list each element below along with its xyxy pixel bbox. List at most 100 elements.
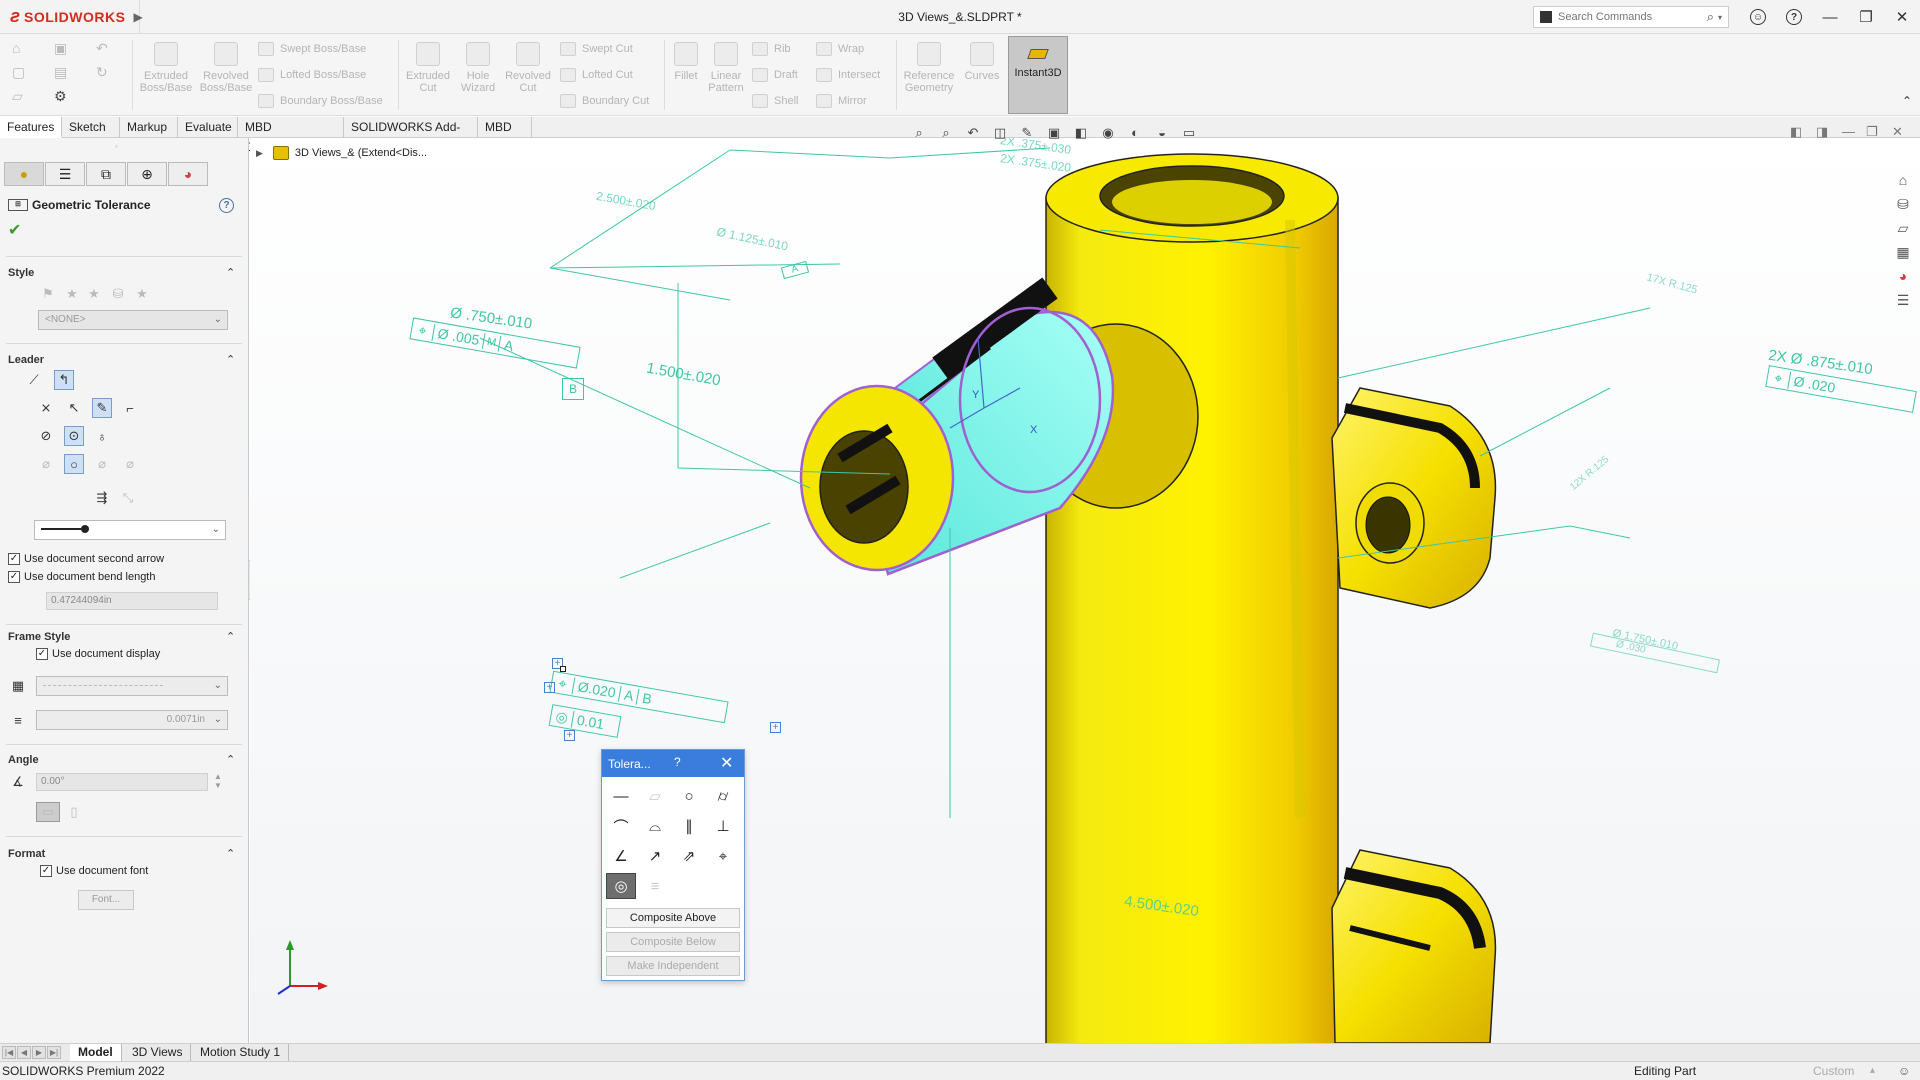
menu-expand-icon[interactable]: ▶ xyxy=(133,10,142,24)
restore-button[interactable]: ❐ xyxy=(1848,0,1884,34)
composite-below-button[interactable]: Composite Below xyxy=(606,932,740,952)
swept-boss-button[interactable]: Swept Boss/Base xyxy=(258,40,366,58)
search-commands[interactable]: ⌕ ▾ xyxy=(1533,6,1729,28)
leader-tool-icon[interactable]: ⤡ xyxy=(118,488,138,508)
style-apply-icon[interactable]: ⚑ xyxy=(38,284,58,304)
minimize-button[interactable]: — xyxy=(1812,0,1848,34)
units-up-icon[interactable]: ▴ xyxy=(1870,1062,1875,1080)
help-icon[interactable]: ? xyxy=(674,755,681,769)
search-input[interactable] xyxy=(1558,11,1707,23)
edit-appearance-icon[interactable]: ◐ xyxy=(1126,125,1144,141)
view-palette-icon[interactable]: ▦ xyxy=(1893,242,1913,262)
profile-surface-icon[interactable]: ⌓ xyxy=(640,813,670,839)
profile-line-icon[interactable]: ⌒ xyxy=(606,813,636,839)
ok-check-icon[interactable]: ✔ xyxy=(8,220,21,240)
frame-style-collapse-icon[interactable]: ⌃ xyxy=(226,630,235,643)
arrow-style-dropdown[interactable]: ⌄ xyxy=(34,520,226,540)
style-dropdown[interactable]: <NONE> ⌄ xyxy=(38,310,228,330)
tab-evaluate[interactable]: Evaluate xyxy=(178,117,238,138)
use-document-display-checkbox[interactable]: ✓ Use document display xyxy=(36,648,160,660)
circularity-icon[interactable]: ○ xyxy=(674,783,704,809)
open-icon[interactable]: ▱ xyxy=(12,88,32,106)
save-icon[interactable]: ▣ xyxy=(54,40,74,58)
style-save-icon[interactable]: ⛁ xyxy=(108,284,128,304)
attach-face-icon[interactable]: ♁ xyxy=(92,426,112,446)
apply-scene-icon[interactable]: ◒ xyxy=(1153,125,1171,141)
first-tab-icon[interactable]: |◀ xyxy=(2,1046,16,1059)
display-style-icon[interactable]: ◧ xyxy=(1072,125,1090,141)
draft-button[interactable]: Draft xyxy=(752,66,798,84)
bottom-lug[interactable] xyxy=(1331,849,1497,1043)
leader-small-icon[interactable]: ⌀ xyxy=(92,454,112,474)
tab-mbd-dimensions[interactable]: MBD Dimensions xyxy=(238,117,344,154)
close-icon[interactable]: ✕ xyxy=(720,753,733,773)
composite-above-button[interactable]: Composite Above xyxy=(606,908,740,928)
tab-sketch[interactable]: Sketch xyxy=(62,117,120,138)
no-leader-icon[interactable]: ⨯ xyxy=(36,398,56,418)
print-icon[interactable]: ▤ xyxy=(54,64,74,82)
viewport-minimize-icon[interactable]: — xyxy=(1842,124,1855,139)
zoom-fit-icon[interactable]: ⌕ xyxy=(910,125,928,141)
hole-wizard-button[interactable]: Hole Wizard xyxy=(450,42,506,94)
next-tab-icon[interactable]: ▶ xyxy=(32,1046,46,1059)
attach-all-around-icon[interactable]: ⊘ xyxy=(36,426,56,446)
bend-length-field[interactable]: 0.47244094in xyxy=(46,592,218,610)
search-dropdown-icon[interactable]: ▾ xyxy=(1718,13,1722,22)
view-settings-icon[interactable]: ▭ xyxy=(1180,125,1198,141)
rib-button[interactable]: Rib xyxy=(752,40,791,58)
format-collapse-icon[interactable]: ⌃ xyxy=(226,847,235,860)
custom-properties-icon[interactable]: ☰ xyxy=(1893,290,1913,310)
units-status[interactable]: Custom xyxy=(1813,1062,1854,1080)
solidworks-resources-icon[interactable]: ⌂ xyxy=(1893,170,1913,190)
add-frame-left-icon[interactable]: + xyxy=(544,682,555,693)
tab-features[interactable]: Features xyxy=(0,117,62,138)
frame-vertical-icon[interactable]: ▯ xyxy=(64,802,84,822)
viewport-restore-icon[interactable]: ❐ xyxy=(1866,124,1878,140)
flatness-icon[interactable]: ▱ xyxy=(640,783,670,809)
add-frame-right-icon[interactable]: + xyxy=(770,722,781,733)
graphics-area[interactable]: Y X 2X .375±.030 2X .375±.020 2.500±.020… xyxy=(250,138,1920,1043)
leader-bent-icon[interactable]: ↰ xyxy=(54,370,74,390)
right-lug[interactable] xyxy=(1331,387,1497,609)
parallelism-icon[interactable]: ∥ xyxy=(674,813,704,839)
position-icon[interactable]: ⌖ xyxy=(708,843,738,869)
feature-tree-root[interactable]: ▶ 3D Views_& (Extend<Dis... xyxy=(256,146,427,160)
display-manager-tab[interactable]: ◕ xyxy=(168,162,208,186)
angle-collapse-icon[interactable]: ⌃ xyxy=(226,753,235,766)
leader-dot-icon[interactable]: ⌀ xyxy=(36,454,56,474)
leader-collapse-icon[interactable]: ⌃ xyxy=(226,353,235,366)
appearances-icon[interactable]: ◕ xyxy=(1893,266,1913,286)
line-style-dropdown[interactable]: ⌄ xyxy=(36,676,228,696)
pm-help-icon[interactable]: ? xyxy=(219,198,234,213)
total-runout-icon[interactable]: ⇗ xyxy=(674,843,704,869)
use-document-font-checkbox[interactable]: ✓ Use document font xyxy=(40,865,148,877)
lofted-boss-button[interactable]: Lofted Boss/Base xyxy=(258,66,366,84)
rebuild-icon[interactable]: ↻ xyxy=(96,64,116,82)
tab-markup[interactable]: Markup xyxy=(120,117,178,138)
lofted-cut-button[interactable]: Lofted Cut xyxy=(560,66,633,84)
extruded-boss-button[interactable]: Extruded Boss/Base xyxy=(138,42,194,94)
tab-mbd[interactable]: MBD xyxy=(478,117,532,138)
viewport-split-icon[interactable]: ◧ xyxy=(1790,124,1802,140)
solidworks-menu[interactable]: ƨ SOLIDWORKS ▶ xyxy=(0,0,143,34)
panel-splitter-icon[interactable]: ◦ xyxy=(115,142,118,151)
selection-handle[interactable] xyxy=(560,666,566,672)
fillet-button[interactable]: Fillet xyxy=(668,42,704,82)
close-window-button[interactable]: ✕ xyxy=(1884,0,1920,34)
intersect-button[interactable]: Intersect xyxy=(816,66,880,84)
section-view-icon[interactable]: ◫ xyxy=(991,125,1009,141)
frame-horizontal-icon[interactable]: ▭ xyxy=(36,802,60,822)
file-explorer-icon[interactable]: ▱ xyxy=(1893,218,1913,238)
options-gear-icon[interactable]: ⚙ xyxy=(54,88,74,106)
boundary-cut-button[interactable]: Boundary Cut xyxy=(560,92,649,110)
tab-solidworks-addins[interactable]: SOLIDWORKS Add-Ins xyxy=(344,117,478,154)
second-arrow-checkbox[interactable]: ✓ Use document second arrow xyxy=(8,553,164,565)
leader-style-icon[interactable]: ⇶ xyxy=(92,488,112,508)
extruded-cut-button[interactable]: Extruded Cut xyxy=(400,42,456,94)
mirror-button[interactable]: Mirror xyxy=(816,92,867,110)
angularity-icon[interactable]: ∠ xyxy=(606,843,636,869)
add-frame-bottom-icon[interactable]: + xyxy=(564,730,575,741)
dynamic-annotation-icon[interactable]: ✎ xyxy=(1018,125,1036,141)
design-library-icon[interactable]: ⛁ xyxy=(1893,194,1913,214)
leader-arc-icon[interactable]: ⌀ xyxy=(120,454,140,474)
